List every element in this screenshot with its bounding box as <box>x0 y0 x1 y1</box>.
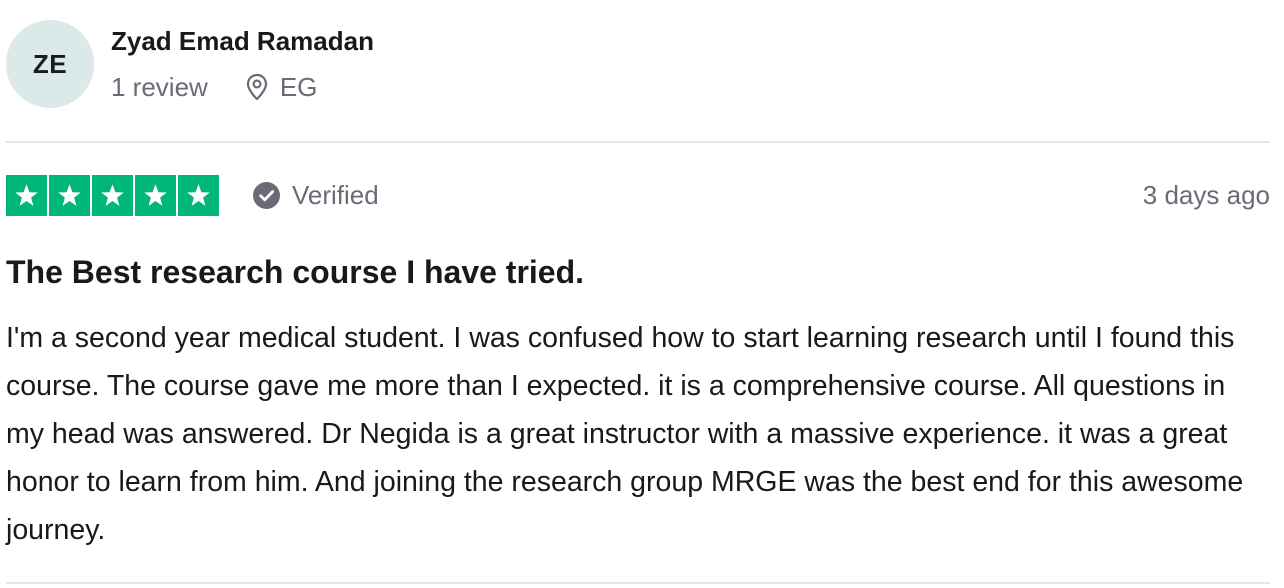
reviewer-profile: ZE Zyad Emad Ramadan 1 review EG <box>6 20 374 110</box>
star-icon <box>178 174 219 216</box>
reviewer-location: EG <box>244 72 318 102</box>
verified-badge[interactable]: Verified <box>253 180 379 211</box>
avatar-initials: ZE <box>32 48 68 79</box>
verified-check-icon <box>253 181 280 209</box>
reviewer-name[interactable]: Zyad Emad Ramadan <box>111 26 374 56</box>
star-icon <box>6 174 47 216</box>
star-icon <box>49 174 90 216</box>
location-code: EG <box>279 72 318 102</box>
reviewer-meta: 1 review EG <box>111 72 374 102</box>
review-date: 3 days ago <box>1142 179 1270 210</box>
star-icon <box>135 174 176 216</box>
avatar[interactable]: ZE <box>6 20 94 108</box>
reviewer-info: Zyad Emad Ramadan 1 review EG <box>111 20 374 102</box>
review-header: Verified 3 days ago <box>6 174 1270 216</box>
divider <box>6 141 1270 143</box>
review-count: 1 review <box>111 72 208 102</box>
star-icon <box>92 174 133 216</box>
review-card: ZE Zyad Emad Ramadan 1 review EG Verifie… <box>6 0 1270 588</box>
verified-label: Verified <box>292 179 379 210</box>
review-title[interactable]: The Best research course I have tried. <box>6 252 584 292</box>
star-rating <box>6 174 219 216</box>
review-body: I'm a second year medical student. I was… <box>6 322 1244 546</box>
map-pin-icon <box>244 72 270 102</box>
divider <box>6 582 1270 584</box>
